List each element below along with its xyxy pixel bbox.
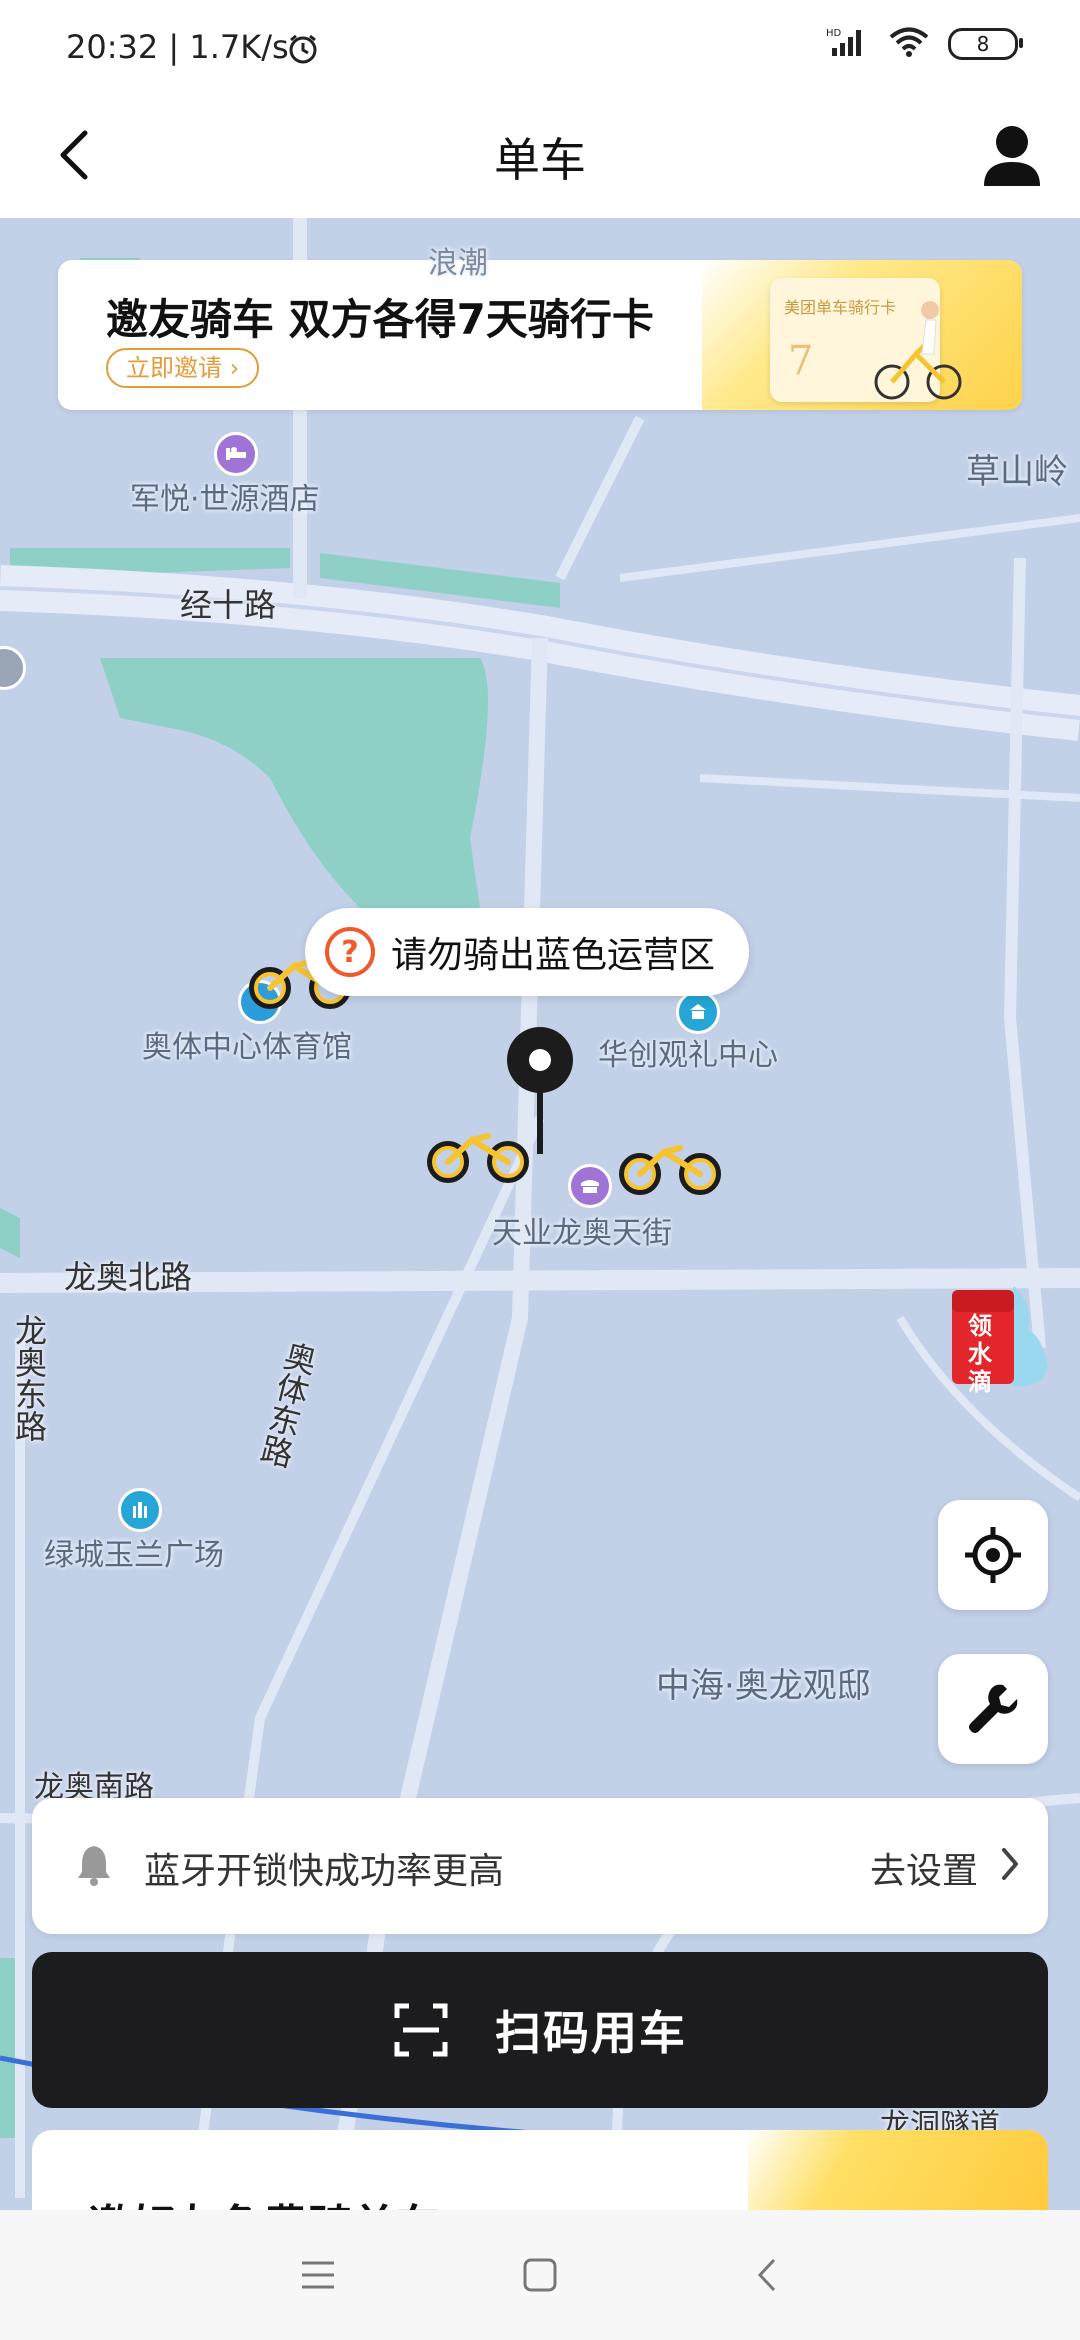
redpacket-label: 领水滴 [968, 1312, 992, 1396]
scan-button-label: 扫码用车 [495, 2006, 687, 2060]
nav-home-button[interactable] [510, 2248, 570, 2302]
repair-button[interactable] [938, 1654, 1048, 1764]
water-drop-reward-button[interactable]: 领水滴 [944, 1276, 1054, 1396]
mall-icon [118, 1488, 162, 1532]
tooltip-text: 请勿骑出蓝色运营区 [391, 935, 716, 976]
battery-icon: 8 [948, 28, 1023, 60]
svg-text:HD: HD [826, 28, 842, 39]
user-icon [984, 126, 1040, 186]
bike-marker-3[interactable] [616, 1134, 726, 1198]
map-label-tianye: 天业龙奥天街 [492, 1216, 672, 1251]
banner-title: 邀友骑车 双方各得7天骑行卡 [106, 295, 654, 344]
map-label-hotel: 军悦·世源酒店 [130, 482, 320, 517]
battery-level: 8 [976, 32, 990, 56]
building-icon [676, 990, 720, 1034]
shop-icon [568, 1164, 612, 1208]
bluetooth-tip-card[interactable]: 蓝牙开锁快成功率更高 去设置 [32, 1798, 1048, 1934]
menu-icon [302, 2261, 334, 2289]
location-pin-icon [507, 1027, 573, 1154]
go-settings-link[interactable]: 去设置 [870, 1842, 978, 1894]
status-bar: 20:32 | 1.7K/s HD 8 [0, 0, 1080, 96]
crosshair-icon [965, 1527, 1021, 1583]
map-label-caoshanling: 草山岭 [966, 452, 1068, 492]
nav-back-button[interactable] [736, 2248, 796, 2302]
map-view[interactable]: 邀友骑车 双方各得7天骑行卡 立即邀请 › 美团单车骑行卡 7 浪潮 军悦·世源… [0, 218, 1080, 2228]
map-label-huachuang: 华创观礼中心 [598, 1038, 778, 1073]
status-time: 20:32 | 1.7K/s [66, 28, 289, 66]
locate-button[interactable] [938, 1500, 1048, 1610]
operating-area-tooltip[interactable]: ? 请勿骑出蓝色运营区 [305, 908, 750, 996]
bluetooth-tip-text: 蓝牙开锁快成功率更高 [144, 1851, 505, 1892]
wifi-icon [888, 26, 930, 62]
status-icons: HD 8 [826, 26, 1023, 62]
system-nav-bar [0, 2210, 1080, 2340]
map-label-lvcheng: 绿城玉兰广场 [44, 1538, 224, 1573]
chevron-right-icon [1002, 1848, 1018, 1880]
hd-signal-icon: HD [826, 26, 870, 62]
map-label-zhonghai: 中海·奥龙观邸 [656, 1666, 871, 1706]
back-triangle-icon [757, 2258, 776, 2292]
invite-banner[interactable]: 邀友骑车 双方各得7天骑行卡 立即邀请 › 美团单车骑行卡 7 [58, 260, 1022, 410]
map-label-jingshilu: 经十路 [180, 586, 277, 624]
wrench-icon [969, 1684, 1018, 1733]
banner-illustration: 美团单车骑行卡 7 [702, 260, 1022, 410]
scan-to-ride-button[interactable]: 扫码用车 [32, 1952, 1048, 2108]
home-square-icon [523, 2258, 557, 2292]
hotel-icon [214, 432, 258, 476]
map-label-longaodonglu: 龙奥东路 [10, 1314, 48, 1442]
profile-button[interactable] [972, 116, 1052, 196]
invite-now-button[interactable]: 立即邀请 › [106, 348, 260, 388]
alarm-icon [286, 32, 320, 70]
app-header: 单车 [0, 96, 1080, 218]
map-label-stadium: 奥体中心体育馆 [142, 1030, 352, 1065]
scan-icon [394, 2003, 448, 2057]
nav-menu-button[interactable] [288, 2248, 348, 2302]
bell-icon [78, 1846, 110, 1886]
map-label-longaobeilu: 龙奥北路 [64, 1258, 193, 1296]
map-label-top: 浪潮 [428, 246, 488, 281]
redpacket-icon [952, 1286, 1048, 1387]
rider-illustration-icon [874, 301, 962, 400]
ride-card-number: 7 [788, 338, 814, 384]
page-title: 单车 [494, 133, 586, 187]
question-icon: ? [325, 927, 375, 977]
